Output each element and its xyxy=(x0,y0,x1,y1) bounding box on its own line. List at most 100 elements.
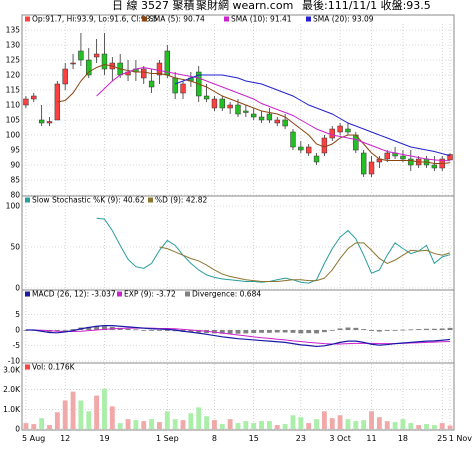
chart-source: 聚財網 wearn.com xyxy=(196,0,293,12)
candle-body xyxy=(431,164,438,169)
legend-sma5: SMA (5): 90.74 xyxy=(149,15,205,24)
candle-body xyxy=(321,137,328,154)
divergence-bar xyxy=(353,327,359,330)
macd-legend: MACD (26, 12): -3.037 EXP (9): -3.72 Div… xyxy=(25,290,261,299)
x-tick-label: 25 xyxy=(437,434,447,443)
divergence-bar xyxy=(235,330,241,334)
volume-bar xyxy=(39,418,45,429)
macd-panel xyxy=(21,289,455,364)
volume-bar xyxy=(219,424,225,429)
volume-bar xyxy=(62,400,68,429)
x-tick-label: 23 xyxy=(296,434,306,443)
legend-swatch-vol xyxy=(25,364,30,370)
price-y-tick-label: 90 xyxy=(10,161,20,170)
divergence-bar xyxy=(298,330,304,334)
volume-bar xyxy=(196,407,202,429)
candle-body xyxy=(266,113,273,121)
legend-vol: Vol: 0.176K xyxy=(32,363,76,372)
candle-body xyxy=(360,152,367,175)
candle-body xyxy=(46,121,53,124)
volume-bar xyxy=(204,416,210,429)
divergence-bar xyxy=(266,330,272,333)
divergence-bar xyxy=(141,330,147,331)
volume-bar xyxy=(133,420,139,429)
volume-bar xyxy=(369,411,374,429)
candle-body xyxy=(70,62,76,65)
price-y-tick-label: 80 xyxy=(10,191,20,200)
candle-body xyxy=(62,68,68,85)
x-tick-label: 19 xyxy=(99,434,109,443)
candle-body xyxy=(172,77,178,94)
volume-bar xyxy=(282,424,288,429)
candle-body xyxy=(313,155,320,163)
stoch-y-tick-label: 0 xyxy=(15,284,20,293)
volume-legend: Vol: 0.176K xyxy=(25,363,76,372)
candle-body xyxy=(306,146,312,154)
divergence-bar xyxy=(392,330,398,331)
divergence-bar xyxy=(62,330,68,331)
volume-bar xyxy=(94,395,100,429)
price-y-tick-label: 110 xyxy=(6,101,21,110)
divergence-bar xyxy=(274,330,280,333)
candle-body xyxy=(298,146,304,151)
legend-k: Slow Stochastic %K (9): 40.62 xyxy=(32,196,145,205)
volume-bar xyxy=(384,421,390,429)
volume-bar xyxy=(227,419,233,429)
volume-bar xyxy=(102,388,107,429)
volume-bar xyxy=(164,411,170,429)
x-tick-label: 3 Oct xyxy=(329,434,350,443)
divergence-bar xyxy=(369,330,374,331)
divergence-bar xyxy=(384,330,390,331)
price-y-tick-label: 115 xyxy=(6,86,21,95)
candle-body xyxy=(290,131,296,148)
legend-d: %D (9): 42.82 xyxy=(155,196,208,205)
volume-y-tick-label: 1.0K xyxy=(3,405,21,414)
legend-swatch-macd xyxy=(25,291,30,297)
stochastic-legend: Slow Stochastic %K (9): 40.62 %D (9): 42… xyxy=(25,196,208,205)
price-y-tick-label: 130 xyxy=(6,41,21,50)
legend-swatch-k xyxy=(25,197,30,203)
legend-sma20: SMA (20): 93.09 xyxy=(313,15,374,24)
volume-bar xyxy=(78,400,84,429)
volume-bar xyxy=(86,411,92,429)
divergence-bar xyxy=(447,327,453,330)
macd-y-tick-label: 0 xyxy=(15,326,20,335)
chart-latest: 最後:111/11/1 收盤:93.5 xyxy=(302,0,431,12)
volume-bar xyxy=(259,421,264,429)
divergence-bar xyxy=(164,330,170,331)
divergence-bar xyxy=(259,330,264,333)
candle-body xyxy=(31,95,37,100)
divergence-bar xyxy=(431,328,437,330)
volume-bar xyxy=(439,423,445,429)
volume-bar xyxy=(329,418,335,429)
candle-body xyxy=(282,119,288,127)
divergence-bar xyxy=(376,330,382,332)
price-y-tick-label: 105 xyxy=(6,116,21,125)
x-tick-label: 1 Nov xyxy=(449,434,473,443)
volume-y-tick-label: 3.0K xyxy=(3,366,21,375)
legend-ohlc: Op:91.7, Hi:93.9, Lo:91.6, Cl:93.5 xyxy=(32,15,158,24)
x-tick-label: 12 xyxy=(60,434,70,443)
volume-bar xyxy=(306,423,312,429)
candle-body xyxy=(345,128,351,133)
candle-body xyxy=(408,158,414,166)
divergence-bar xyxy=(400,329,406,331)
x-tick-label: 18 xyxy=(398,434,408,443)
volume-bar xyxy=(109,406,115,429)
volume-bar xyxy=(314,419,319,429)
divergence-bar xyxy=(345,327,351,330)
x-tick-label: 15 xyxy=(249,434,259,443)
volume-bar xyxy=(361,420,367,429)
volume-bar xyxy=(157,422,162,429)
price-y-tick-label: 135 xyxy=(6,26,21,35)
volume-bar xyxy=(31,424,37,429)
volume-bar xyxy=(243,421,249,429)
chart-window: 日 線 3527 聚積 聚財網 wearn.com 最後:111/11/1 收盤… xyxy=(0,0,474,446)
candle-body xyxy=(219,98,225,109)
volume-bar xyxy=(125,419,131,429)
volume-bar xyxy=(141,421,147,429)
candle-body xyxy=(251,113,257,118)
volume-bar xyxy=(345,419,351,429)
candle-body xyxy=(203,95,210,100)
stochastic-panel xyxy=(21,195,455,291)
